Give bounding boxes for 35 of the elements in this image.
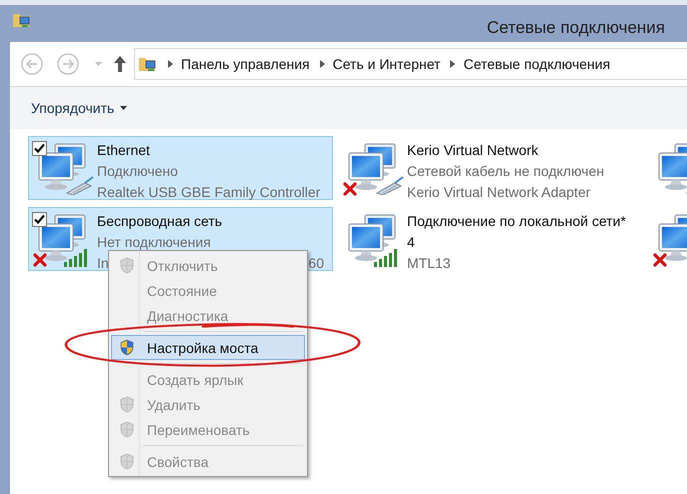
checkbox[interactable] bbox=[32, 212, 47, 227]
connection-status: Подключено bbox=[97, 162, 179, 181]
connection-name: Kerio Virtual Network bbox=[407, 141, 540, 160]
network-plug-icon bbox=[65, 175, 95, 195]
address-bar[interactable]: Панель управления Сеть и Интернет Сетевые подключения bbox=[134, 48, 687, 80]
adapter-name: 60 bbox=[308, 254, 324, 273]
connection-status: Сетевой кабель не подключен bbox=[407, 162, 606, 181]
connection-name: Ethernet bbox=[97, 141, 151, 160]
adapter-name: Kerio Virtual Network Adapter bbox=[407, 183, 590, 202]
chevron-icon bbox=[168, 60, 173, 68]
breadcrumb[interactable]: Панель управления bbox=[181, 56, 310, 72]
connection-status: MTL13 bbox=[407, 254, 452, 273]
network-folder-icon bbox=[12, 11, 32, 29]
adapter-name: Realtek USB GBE Family Controller bbox=[97, 183, 320, 202]
organize-menu[interactable]: Упорядочить bbox=[23, 96, 136, 120]
connection-name: Подключение по локальной сети* 4 bbox=[407, 212, 627, 252]
connection-item[interactable]: Ethernet Подключено Realtek USB GBE Family Controller bbox=[28, 136, 333, 200]
network-folder-icon bbox=[138, 55, 158, 73]
adapter-name: In bbox=[97, 254, 109, 273]
chevron-icon bbox=[450, 60, 456, 68]
signal-bars-icon bbox=[373, 249, 397, 267]
breadcrumb[interactable]: Сетевые подключения bbox=[463, 56, 610, 72]
chevron-icon bbox=[320, 60, 325, 68]
connection-name: Беспроводная сеть bbox=[97, 212, 224, 231]
window-title: Сетевые подключения bbox=[486, 18, 665, 38]
breadcrumb[interactable]: Сеть и Интернет bbox=[332, 56, 440, 72]
menu-item[interactable]: Настройка моста bbox=[111, 335, 305, 360]
caret-icon bbox=[120, 106, 128, 110]
connection-status: Нет подключения bbox=[97, 233, 212, 252]
connection-item[interactable]: Kerio Virtual Network Сетевой кабель не подключен Kerio Virtual Network Adapter bbox=[338, 136, 643, 200]
up-arrow-icon[interactable] bbox=[114, 56, 126, 72]
connection-item[interactable]: Подключение по локальной сети* 4 MTL13 bbox=[338, 207, 643, 271]
signal-bars-icon bbox=[63, 249, 87, 267]
checkbox[interactable] bbox=[32, 141, 47, 156]
network-plug-icon bbox=[375, 175, 405, 195]
